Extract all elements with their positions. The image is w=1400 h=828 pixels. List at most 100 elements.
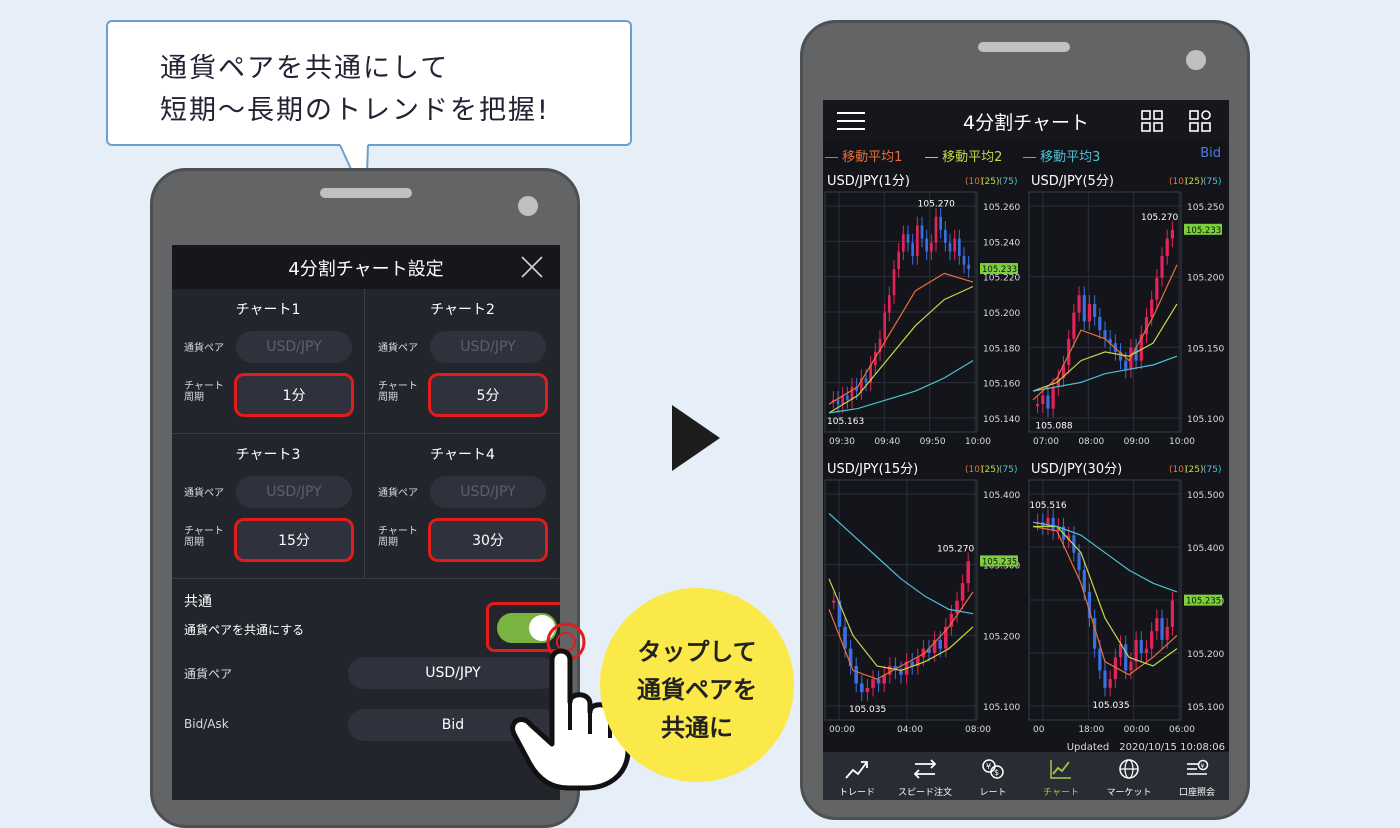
chart-2-settings: チャート2 通貨ペア USD/JPY チャート 周期 5分 bbox=[366, 289, 559, 434]
x-tick-label: 04:00 bbox=[897, 725, 923, 735]
candle-body bbox=[883, 312, 886, 339]
chart-4-settings: チャート4 通貨ペア USD/JPY チャート 周期 30分 bbox=[366, 434, 559, 579]
common-pair-label: 通貨ペア bbox=[184, 667, 233, 681]
candle-body bbox=[832, 600, 836, 603]
common-heading: 共通 bbox=[184, 594, 212, 610]
candle-body bbox=[854, 666, 858, 684]
candle-body bbox=[1124, 360, 1128, 370]
x-tick-label: 10:00 bbox=[965, 437, 991, 447]
chart-3-pair-label: 通貨ペア bbox=[184, 488, 224, 499]
x-tick-label: 00:00 bbox=[829, 725, 855, 735]
ma-mid-period: (25) bbox=[981, 177, 999, 187]
tab-account[interactable]: ¥ 口座照会 bbox=[1163, 752, 1229, 800]
candle-body bbox=[955, 600, 959, 614]
chart-icon bbox=[1050, 760, 1071, 779]
chart-2-period-select[interactable]: 5分 bbox=[428, 373, 548, 417]
low-price-label: 105.035 bbox=[1092, 701, 1129, 711]
chart-title: USD/JPY(5分) bbox=[1031, 174, 1114, 189]
chart-1-pair-field[interactable]: USD/JPY bbox=[236, 331, 352, 363]
tab-speed-order[interactable]: スピード注文 bbox=[891, 752, 959, 800]
legend-bid: Bid bbox=[1200, 146, 1221, 161]
candle-body bbox=[1165, 238, 1169, 256]
callout-line-1: 通貨ペアを共通にして bbox=[160, 53, 450, 84]
last-price-label: 105.233 bbox=[982, 265, 1017, 275]
candle-body bbox=[960, 583, 965, 601]
play-arrow-icon bbox=[672, 405, 720, 471]
callout-line-2: 短期〜長期のトレンドを把握! bbox=[160, 95, 550, 126]
y-tick-label: 105.200 bbox=[983, 309, 1020, 319]
x-tick-label: 06:00 bbox=[1169, 725, 1195, 735]
x-tick-label: 07:00 bbox=[1033, 437, 1059, 447]
candle-body bbox=[1051, 386, 1055, 409]
candle-body bbox=[1155, 277, 1159, 300]
legend-ma1: ― 移動平均1 bbox=[825, 150, 903, 165]
candle-body bbox=[1077, 552, 1081, 571]
layout-grid-icon[interactable] bbox=[1141, 110, 1163, 132]
candle-body bbox=[1139, 639, 1143, 653]
high-price-label: 105.270 bbox=[937, 544, 974, 554]
y-tick-label: 105.140 bbox=[983, 415, 1020, 425]
candle-body bbox=[864, 378, 868, 383]
candle-body bbox=[906, 234, 910, 243]
chart-4-period-label: チャート 周期 bbox=[378, 526, 418, 548]
quad-chart-screen: 4分割チャート ― 移動平均1 ― 移動平均2 ― 移動平均3 Bid USD/… bbox=[823, 100, 1229, 800]
candle-body bbox=[925, 238, 928, 252]
svg-text:¥: ¥ bbox=[1201, 763, 1205, 770]
y-tick-label: 105.240 bbox=[983, 238, 1020, 248]
tab-market[interactable]: マーケット bbox=[1095, 752, 1163, 800]
moving-average-3 bbox=[828, 512, 974, 615]
chart-4-pair-field[interactable]: USD/JPY bbox=[430, 476, 546, 508]
account-icon: ¥ bbox=[1187, 759, 1209, 775]
candle-body bbox=[1170, 600, 1174, 627]
candle-body bbox=[1077, 295, 1081, 313]
svg-text:$: $ bbox=[994, 768, 999, 777]
ma-mid-period: (25) bbox=[1185, 465, 1203, 475]
chart-panel-3[interactable]: USD/JPY(15分) (10) (25) (75) 105.400 105.300 10… bbox=[823, 456, 1025, 742]
chart-panel-4[interactable]: USD/JPY(30分) (10) (25) (75) 105.500 105.400 10… bbox=[1027, 456, 1229, 742]
candle-body bbox=[1103, 670, 1107, 688]
ma-long-period: (75) bbox=[999, 465, 1017, 475]
common-pair-toggle-label: 通貨ペアを共通にする bbox=[184, 623, 305, 637]
close-icon[interactable] bbox=[520, 255, 544, 279]
chart-3-pair-field[interactable]: USD/JPY bbox=[236, 476, 352, 508]
chart-1-settings: チャート1 通貨ペア USD/JPY チャート 周期 1分 bbox=[172, 289, 365, 434]
candle-body bbox=[966, 561, 970, 584]
chart-1-period-select[interactable]: 1分 bbox=[234, 373, 354, 417]
last-price-label: 105.235 bbox=[982, 557, 1017, 567]
settings-header: 4分割チャート設定 bbox=[172, 245, 560, 289]
grid-settings-icon[interactable] bbox=[1189, 110, 1211, 132]
candle-body bbox=[1134, 639, 1138, 662]
candle-body bbox=[1150, 299, 1154, 317]
ma-mid-period: (25) bbox=[1185, 177, 1203, 187]
candle-body bbox=[1160, 255, 1164, 278]
candle-body bbox=[1072, 312, 1076, 339]
chart-panel-2[interactable]: USD/JPY(5分) (10) (25) (75) 105.250 105.200 105… bbox=[1027, 168, 1229, 454]
settings-title: 4分割チャート設定 bbox=[288, 259, 444, 280]
x-tick-label: 09:40 bbox=[874, 437, 900, 447]
left-phone-speaker bbox=[320, 188, 412, 198]
candle-body bbox=[899, 670, 903, 675]
chart-4-title: チャート4 bbox=[430, 447, 495, 463]
chart-2-period-label: チャート 周期 bbox=[378, 381, 418, 403]
callout-bubble: 通貨ペアを共通にして 短期〜長期のトレンドを把握! bbox=[106, 20, 632, 146]
candle-body bbox=[1165, 626, 1169, 640]
x-tick-label: 09:50 bbox=[920, 437, 946, 447]
candle-body bbox=[930, 242, 933, 252]
chart-3-title: チャート3 bbox=[235, 447, 301, 463]
tab-chart[interactable]: チャート bbox=[1027, 752, 1095, 800]
speed-order-icon bbox=[913, 759, 937, 779]
chart-2-pair-field[interactable]: USD/JPY bbox=[430, 331, 546, 363]
high-price-label: 105.516 bbox=[1029, 501, 1066, 511]
right-phone-speaker bbox=[978, 42, 1070, 52]
candle-body bbox=[939, 216, 942, 230]
tab-trade[interactable]: トレード bbox=[823, 752, 891, 800]
high-price-label: 105.270 bbox=[918, 200, 955, 210]
chart-4-period-select[interactable]: 30分 bbox=[428, 518, 548, 562]
candle-body bbox=[871, 679, 875, 688]
x-tick-label: 08:00 bbox=[965, 725, 991, 735]
svg-text:¥: ¥ bbox=[986, 762, 991, 771]
chart-panel-1[interactable]: USD/JPY(1分) (10) (25) (75) 105.260 105.240 105… bbox=[823, 168, 1025, 454]
chart-3-period-select[interactable]: 15分 bbox=[234, 518, 354, 562]
x-tick-label: 00 bbox=[1033, 725, 1045, 735]
tab-rate[interactable]: ¥ $ レート bbox=[959, 752, 1027, 800]
